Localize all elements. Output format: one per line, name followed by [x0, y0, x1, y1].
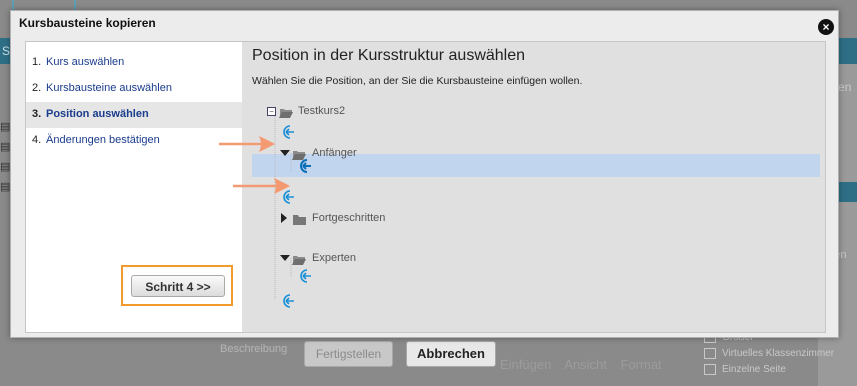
- finish-button[interactable]: Fertigstellen: [304, 341, 393, 367]
- copy-course-elements-dialog: Kursbausteine kopieren × 1. Kurs auswähl…: [10, 10, 839, 338]
- page-description: Wählen Sie die Position, an der Sie die …: [252, 75, 583, 87]
- insert-position-icon[interactable]: [281, 124, 297, 140]
- tree-node-label: Experten: [312, 252, 357, 264]
- toolbar-insert: Einfügen: [500, 357, 552, 372]
- tree-node-label: Anfänger: [312, 147, 357, 159]
- expand-toggle-icon[interactable]: [281, 213, 287, 223]
- collapse-icon[interactable]: −: [267, 107, 276, 116]
- insert-position-icon[interactable]: [281, 189, 297, 205]
- step-label: Kursbausteine auswählen: [46, 82, 172, 94]
- step-number: 2.: [32, 82, 42, 94]
- insert-position-icon-selected[interactable]: [298, 158, 314, 174]
- expand-toggle-icon[interactable]: [280, 150, 290, 156]
- step-label: Änderungen bestätigen: [46, 134, 160, 146]
- page-title: Position in der Kursstruktur auswählen: [252, 47, 526, 64]
- bg-item-single-page: Einzelne Seite: [704, 362, 834, 378]
- cancel-button[interactable]: Abbrechen: [406, 341, 496, 367]
- background-editor-toolbar: Einfügen Ansicht Format: [500, 357, 672, 372]
- step-select-position[interactable]: 3. Position auswählen: [26, 102, 242, 128]
- close-icon[interactable]: ×: [818, 19, 834, 35]
- step-confirm-changes[interactable]: 4. Änderungen bestätigen: [26, 128, 242, 154]
- folder-open-icon: [279, 106, 294, 124]
- step-select-elements[interactable]: 2. Kursbausteine auswählen: [26, 76, 242, 102]
- step-label: Position auswählen: [46, 108, 149, 120]
- insert-position-icon[interactable]: [298, 268, 314, 284]
- wizard-steps: 1. Kurs auswählen 2. Kursbausteine auswä…: [26, 42, 242, 332]
- tree-node-label: Fortgeschritten: [312, 212, 386, 224]
- wizard-panel: 1. Kurs auswählen 2. Kursbausteine auswä…: [25, 41, 826, 333]
- step-number: 4.: [32, 134, 42, 146]
- folder-icon: [292, 213, 307, 231]
- dialog-title: Kursbausteine kopieren: [19, 16, 156, 30]
- toolbar-format: Format: [620, 357, 662, 372]
- bg-item-virtual-classroom: Virtuelles Klassenzimmer: [704, 346, 834, 362]
- step-number: 3.: [32, 108, 42, 120]
- expand-toggle-icon[interactable]: [280, 255, 290, 261]
- step-select-course[interactable]: 1. Kurs auswählen: [26, 50, 242, 76]
- next-step-button[interactable]: Schritt 4 >>: [131, 275, 225, 297]
- next-step-highlight: Schritt 4 >>: [121, 265, 233, 306]
- toolbar-view: Ansicht: [564, 357, 607, 372]
- tree-root-label: Testkurs2: [298, 105, 346, 117]
- step-number: 1.: [32, 56, 42, 68]
- background-description-label: Beschreibung: [220, 343, 288, 355]
- step-label: Kurs auswählen: [46, 56, 125, 68]
- insert-position-icon[interactable]: [281, 293, 297, 309]
